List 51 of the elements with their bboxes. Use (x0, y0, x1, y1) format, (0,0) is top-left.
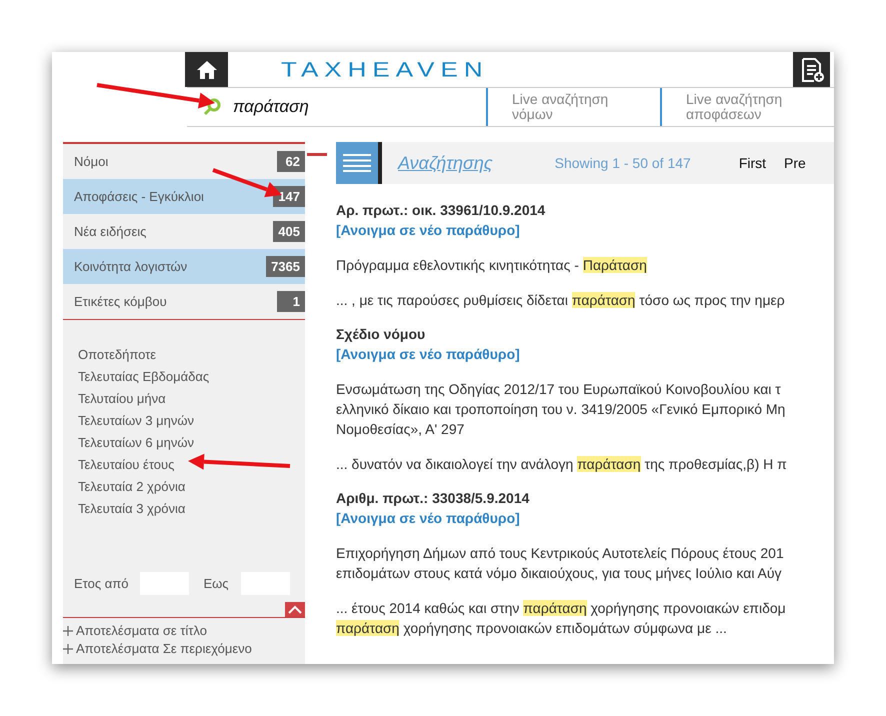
result-option-link[interactable]: Αποτελέσματα σε τίτλο (63, 622, 305, 640)
result-summary: Επιχορήγηση Δήμων από τους Κεντρικούς Αυτοτελείς Πόρους έτους 201 επιδομάτων στους κατά νόμο δικαιούχους, για τους μήνες Ιούλιο και Αύγ (336, 544, 785, 583)
result-title: Αρ. πρωτ.: οικ. 33961/10.9.2014 (336, 201, 546, 220)
live-search-link[interactable]: Live αναζήτηση αποφάσεων (660, 88, 834, 126)
plus-icon (63, 644, 73, 654)
menu-icon (343, 154, 371, 172)
live-search-link[interactable]: Live αναζήτηση νόμων (486, 88, 660, 126)
count-badge: 62 (277, 151, 305, 172)
result-title: Σχέδιο νόμου (336, 325, 426, 344)
category-item[interactable]: Ετικέτες κόμβου 1 (63, 284, 305, 319)
count-badge: 7365 (266, 256, 305, 277)
site-logo[interactable]: TAXHEAVEN (281, 57, 489, 82)
category-item[interactable]: Αποφάσεις - Εγκύκλιοι 147 (63, 179, 305, 214)
date-filter-link[interactable]: Τελευταίας Εβδομάδας (78, 366, 305, 388)
open-new-window-link[interactable]: [Ανοιγμα σε νέο παράθυρο] (336, 508, 834, 528)
add-document-button[interactable] (793, 52, 834, 87)
date-filter-link[interactable]: Τελευταία 2 χρόνια (78, 476, 305, 498)
date-filter-link[interactable]: Τελευταία 3 χρόνια (78, 498, 305, 520)
search-field[interactable]: παράταση (187, 88, 486, 126)
result-summary: Ενσωμάτωση της Οδηγίας 2012/17 του Ευρωπαϊκού Κοινοβουλίου και τ ελληνικό δίκαιο και τροποποίηση του ν. 3419/2005 «Γενικό Εμπορικό Μη Νομοθεσίας», Α' 297 (336, 380, 786, 439)
date-filter-link[interactable]: Τελευταίων 3 μηνών (78, 410, 305, 432)
result-summary: Πρόγραμμα εθελοντικής κινητικότητας - Παράταση (336, 256, 648, 275)
open-new-window-link[interactable]: [Ανοιγμα σε νέο παράθυρο] (336, 344, 834, 364)
result-option-link[interactable]: Αποτελέσματα Σε περιεχόμενο (63, 640, 305, 658)
chevron-up-icon (288, 605, 302, 614)
date-filter-link[interactable]: Τελυταίου μήνα (78, 388, 305, 410)
pager-link[interactable]: Pre (784, 155, 806, 171)
date-filter-link[interactable]: Οποτεδήποτε (78, 344, 305, 366)
result-snippet: ... , με τις παρούσες ρυθμίσεις δίδεται παράταση τόσο ως προς την ημερ (336, 291, 786, 310)
year-to-label: Εως (203, 576, 229, 590)
date-filter-link[interactable]: Τελευταίου έτους (78, 454, 305, 476)
result-title: Αριθμ. πρωτ.: 33038/5.9.2014 (336, 489, 530, 508)
count-badge: 1 (277, 291, 305, 312)
count-badge: 405 (273, 221, 305, 242)
pager-link[interactable]: First (738, 155, 766, 171)
result-snippet: ... δυνατόν να δικαιολογεί την ανάλογη παράταση της προθεσμίας,β) Η π (336, 455, 788, 474)
category-item[interactable]: Νόμοι 62 (63, 144, 305, 179)
count-badge: 147 (273, 186, 305, 207)
home-button[interactable] (185, 52, 228, 87)
category-item[interactable]: Νέα ειδήσεις 405 (63, 214, 305, 249)
date-filter-link[interactable]: Τελευταίων 6 μηνών (78, 432, 305, 454)
results-count: Showing 1 - 50 of 147 (554, 155, 691, 171)
search-icon (203, 98, 221, 116)
open-new-window-link[interactable]: [Ανοιγμα σε νέο παράθυρο] (336, 220, 834, 240)
year-from-label: Ετος από (74, 576, 128, 590)
result-snippet: ... έτους 2014 καθώς και στην παράταση χορήγησης προνοιακών επιδομ παράταση χορήγησης προνοιακών επιδομάτων σύμφωνα με ... (336, 599, 787, 638)
menu-button[interactable] (336, 142, 382, 184)
category-item[interactable]: Κοινότητα λογιστών 7365 (63, 249, 305, 284)
house-icon (196, 60, 218, 80)
collapse-button[interactable] (285, 602, 305, 617)
plus-icon (63, 626, 73, 636)
